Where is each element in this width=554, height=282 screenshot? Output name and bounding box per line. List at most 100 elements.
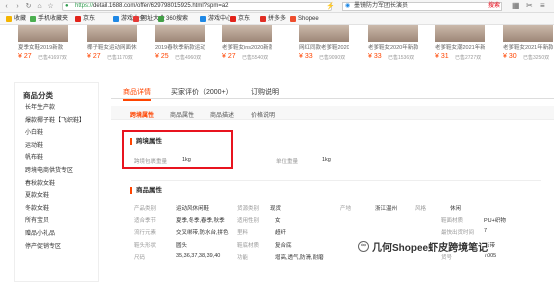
bookmark-icon (6, 16, 12, 22)
url-field[interactable]: ● https://detail.1688.com/offer/629798015… (62, 2, 332, 11)
product-name[interactable]: 老爹鞋女ins2020新款 (222, 43, 272, 51)
home-icon[interactable]: ⌂ (35, 2, 44, 11)
attr-key: 产品类别 (134, 206, 157, 212)
bookmark-label: 收藏 (14, 16, 27, 22)
sidebar-item[interactable]: 跨境电商供货专区 (15, 165, 98, 178)
bookmark-item[interactable]: 游戏中心 (200, 15, 232, 23)
bookmark-item[interactable]: 京东 (230, 15, 250, 23)
menu-icon[interactable]: ≡ (540, 1, 545, 10)
product-sold: 已售5540双 (242, 55, 269, 61)
subtab-description[interactable]: 商品描述 (210, 110, 234, 119)
attr-key: 功能 (237, 254, 249, 261)
tab-order-notes[interactable]: 订购说明 (251, 87, 279, 97)
sidebar-title: 商品分类 (23, 91, 53, 100)
product-image[interactable] (299, 25, 349, 42)
product-name[interactable]: 老爹鞋女潮2021年新款 (435, 43, 485, 51)
lightning-icon[interactable]: ⚡ (326, 2, 335, 10)
sidebar-item[interactable]: 停产促销专区 (15, 241, 98, 254)
sidebar-item[interactable]: 小白鞋 (15, 127, 98, 140)
cut-icon[interactable]: ✂ (526, 1, 533, 10)
sidebar-item[interactable]: 冬款女鞋 (15, 203, 98, 216)
product-price: ¥ 25 (155, 53, 169, 60)
product-name[interactable]: 老爹鞋女2020年新款ins (368, 43, 418, 51)
attr-value: 女 (275, 218, 281, 225)
product-price: ¥ 33 (368, 53, 382, 60)
sidebar-item[interactable]: 帆布鞋 (15, 152, 98, 165)
grid-icon[interactable]: ▦ (512, 1, 520, 10)
search-input[interactable]: ◉ 墨镜防力军团长演员 搜索 (342, 2, 502, 11)
bookmark-item[interactable]: 手机收藏夹 (30, 15, 68, 23)
attr-key: 鞋底材质 (237, 242, 260, 249)
product-image[interactable] (435, 25, 485, 42)
attr-key: 流行元素 (134, 230, 157, 237)
product-name[interactable]: 夏季女鞋2019新款 (18, 43, 68, 51)
wechat-icon: ∞ (358, 241, 369, 252)
product-card[interactable]: 夏季女鞋2019新款 ¥ 27 已售41697双 (18, 25, 68, 67)
product-card[interactable]: 椰子鞋女运动网面休闲 ¥ 27 已售1170双 (87, 25, 137, 67)
bookmark-icon (260, 16, 266, 22)
attr-value: 7 (484, 228, 488, 235)
product-sold: 已售4960双 (175, 55, 202, 61)
sidebar-item[interactable]: 春秋款女鞋 (15, 178, 98, 191)
sidebar-item[interactable]: 所有宝贝 (15, 215, 98, 228)
product-name[interactable]: 椰子鞋女运动网面休闲 (87, 43, 137, 51)
product-card[interactable]: 2019春秋季新款运动 ¥ 25 已售4960双 (155, 25, 205, 67)
product-image[interactable] (87, 25, 137, 42)
product-name[interactable]: 网红同款老爹鞋2020 (299, 43, 349, 51)
attr-value: 交叉绑带,防水台,拼色 (176, 230, 229, 237)
star-icon[interactable]: ☆ (46, 2, 55, 11)
bookmark-item[interactable]: 收藏 (6, 15, 26, 23)
subtab-attributes[interactable]: 商品属性 (170, 110, 194, 119)
bookmark-icon (113, 16, 119, 22)
bookmark-label: 拼多多 (268, 16, 287, 22)
product-sold: 已售9090双 (319, 55, 346, 61)
back-icon[interactable]: ‹ (2, 2, 11, 11)
recommended-products: 夏季女鞋2019新款 ¥ 27 已售41697双 椰子鞋女运动网面休闲 ¥ 27 已售11… (0, 25, 554, 67)
subtab-cross-border[interactable]: 跨境属性 (130, 110, 154, 119)
bookmark-item[interactable]: Shopee (290, 15, 319, 23)
search-button[interactable]: 搜索 (488, 3, 500, 10)
product-image[interactable] (368, 25, 418, 42)
attr-value: 35,36,37,38,39,40 (176, 252, 221, 259)
attr-key: 适合季节 (134, 218, 157, 225)
category-sidebar: 商品分类 长年生产款 爆款椰子鞋【飞织鞋】 小白鞋 运动鞋 帆布鞋 跨境电商供货专区 春秋款… (14, 82, 99, 282)
attr-value: 浙江温州 (375, 206, 398, 212)
weight-label: 跨境包裹重量 (134, 159, 168, 165)
product-card[interactable]: 老爹鞋女潮2021年新款 ¥ 31 已售2727双 (435, 25, 485, 67)
bookmark-icon (290, 16, 296, 22)
attr-key: 货源类别 (237, 206, 260, 212)
product-name[interactable]: 老爹鞋女2021年新款ins (503, 43, 553, 51)
bookmark-icon (75, 16, 81, 22)
sidebar-item[interactable]: 爆款椰子鞋【飞织鞋】 (15, 115, 98, 128)
bookmark-item[interactable]: 360搜索 (158, 15, 188, 23)
product-card[interactable]: 老爹鞋女2021年新款ins ¥ 30 已售3250双 (503, 25, 553, 67)
tab-details[interactable]: 商品详情 (123, 87, 151, 101)
sidebar-item[interactable]: 赠品小礼品 (15, 228, 98, 241)
sidebar-item[interactable]: 夏款女鞋 (15, 190, 98, 203)
bookmark-icon (230, 16, 236, 22)
weight-value: 1kg (182, 157, 191, 163)
bookmark-label: 360搜索 (166, 16, 189, 22)
forward-icon[interactable]: › (13, 2, 22, 11)
attr-key: 尺码 (134, 254, 146, 261)
bookmark-icon (158, 16, 164, 22)
sidebar-item[interactable]: 长年生产款 (15, 102, 98, 115)
bookmark-item[interactable]: 拼多多 (260, 15, 286, 23)
bookmark-item[interactable]: 京东 (75, 15, 95, 23)
product-image[interactable] (222, 25, 272, 42)
attr-key: 里料 (237, 230, 249, 237)
bookmark-label: 手机收藏夹 (38, 16, 69, 22)
product-card[interactable]: 老爹鞋女2020年新款ins ¥ 33 已售1536双 (368, 25, 418, 67)
refresh-icon[interactable]: ↻ (24, 2, 33, 11)
product-card[interactable]: 老爹鞋女ins2020新款 ¥ 27 已售5540双 (222, 25, 272, 67)
product-card[interactable]: 网红同款老爹鞋2020 ¥ 33 已售9090双 (299, 25, 349, 67)
subtab-price-notes[interactable]: 价格说明 (251, 110, 275, 119)
sidebar-item[interactable]: 运动鞋 (15, 140, 98, 153)
product-image[interactable] (155, 25, 205, 42)
tab-reviews[interactable]: 买家评价（2000+） (171, 87, 233, 97)
attr-key: 适用性别 (237, 218, 260, 225)
product-name[interactable]: 2019春秋季新款运动 (155, 43, 205, 51)
product-image[interactable] (503, 25, 553, 42)
product-image[interactable] (18, 25, 68, 42)
search-engine-icon: ◉ (345, 3, 351, 9)
